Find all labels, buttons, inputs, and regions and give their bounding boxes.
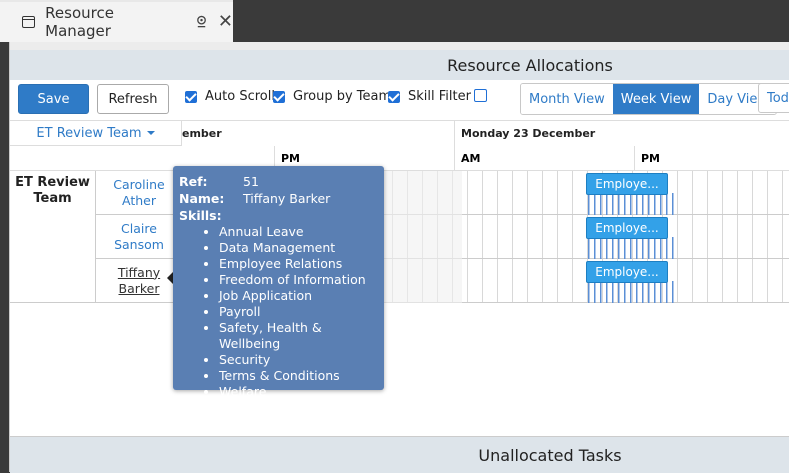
skills-list: Annual Leave Data Management Employee Re… bbox=[179, 224, 378, 400]
ref-value: 51 bbox=[243, 174, 259, 189]
resource-manager-tab[interactable]: Resource Manager ✕ bbox=[0, 0, 233, 42]
skill-item: Payroll bbox=[219, 304, 378, 320]
pin-icon[interactable] bbox=[195, 15, 208, 29]
team-dropdown-label: ET Review Team bbox=[36, 125, 142, 141]
task-bar[interactable]: Employe... bbox=[586, 173, 668, 195]
skill-item: Annual Leave bbox=[219, 224, 378, 240]
period-header-am: AM bbox=[454, 146, 480, 171]
skills-label: Skills: bbox=[179, 208, 222, 223]
resource-claire-sansom[interactable]: Claire Sansom bbox=[95, 215, 182, 259]
skill-item: Terms & Conditions bbox=[219, 368, 378, 384]
chevron-down-icon bbox=[146, 131, 155, 135]
task-bar[interactable]: Employe... bbox=[586, 261, 668, 283]
checkbox-checked-icon[interactable] bbox=[273, 90, 285, 103]
team-label: ET Review Team bbox=[10, 171, 95, 303]
footer-title: Unallocated Tasks bbox=[478, 445, 622, 465]
skill-item: Welfare bbox=[219, 384, 378, 400]
resource-allocations-header: Resource Allocations bbox=[10, 42, 789, 80]
skill-filter-label: Skill Filter bbox=[408, 89, 471, 104]
unlabeled-checkbox[interactable] bbox=[474, 89, 487, 102]
toolbar: Save Refresh Auto Scroll Group by Team S… bbox=[10, 80, 789, 120]
name-value: Tiffany Barker bbox=[243, 191, 331, 206]
refresh-button[interactable]: Refresh bbox=[97, 84, 169, 114]
resource-manager-panel: Resource Allocations Save Refresh Auto S… bbox=[9, 42, 789, 473]
save-button[interactable]: Save bbox=[18, 84, 89, 114]
period-header-pm-2: PM bbox=[634, 146, 660, 171]
tab-title: Resource Manager bbox=[45, 4, 114, 40]
unallocated-tasks-header[interactable]: Unallocated Tasks bbox=[10, 436, 789, 473]
checkbox-checked-icon[interactable] bbox=[185, 90, 197, 103]
checkbox-checked-icon[interactable] bbox=[388, 90, 400, 103]
period-header-row: PM AM PM bbox=[10, 146, 789, 171]
allocation-stripes bbox=[588, 281, 674, 303]
resource-caroline-ather[interactable]: Caroline Ather bbox=[95, 171, 182, 215]
today-button[interactable]: Toda bbox=[758, 83, 789, 113]
skill-item: Job Application bbox=[219, 288, 378, 304]
close-icon[interactable]: ✕ bbox=[218, 13, 233, 31]
skill-item: Safety, Health & Wellbeing bbox=[219, 320, 378, 352]
view-switcher: Month View Week View Day View bbox=[520, 83, 777, 115]
name-label: Name: bbox=[179, 191, 225, 206]
skill-filter-checkbox[interactable]: Skill Filter bbox=[388, 89, 471, 104]
team-dropdown[interactable]: ET Review Team bbox=[10, 121, 182, 146]
allocation-stripes bbox=[588, 237, 674, 259]
week-view-button[interactable]: Week View bbox=[612, 84, 700, 114]
group-by-team-label: Group by Team bbox=[293, 89, 392, 104]
skill-item: Security bbox=[219, 352, 378, 368]
month-view-button[interactable]: Month View bbox=[521, 84, 613, 114]
auto-scroll-checkbox[interactable]: Auto Scroll bbox=[185, 89, 275, 104]
task-bar[interactable]: Employe... bbox=[586, 217, 668, 239]
skill-item: Employee Relations bbox=[219, 256, 378, 272]
schedule-grid: ET Review Team ember Monday 23 December … bbox=[10, 120, 789, 437]
window-icon bbox=[22, 16, 36, 28]
skill-item: Data Management bbox=[219, 240, 378, 256]
resource-tooltip: Ref: 51 Name: Tiffany Barker Skills: Ann… bbox=[173, 166, 384, 399]
group-by-team-checkbox[interactable]: Group by Team bbox=[273, 89, 391, 104]
date-header-prev: ember bbox=[182, 127, 222, 140]
allocation-stripes bbox=[588, 193, 674, 215]
date-header-monday: Monday 23 December bbox=[454, 121, 789, 146]
auto-scroll-label: Auto Scroll bbox=[205, 89, 275, 104]
ref-label: Ref: bbox=[179, 174, 208, 189]
skill-item: Freedom of Information bbox=[219, 272, 378, 288]
header-title: Resource Allocations bbox=[447, 55, 613, 75]
